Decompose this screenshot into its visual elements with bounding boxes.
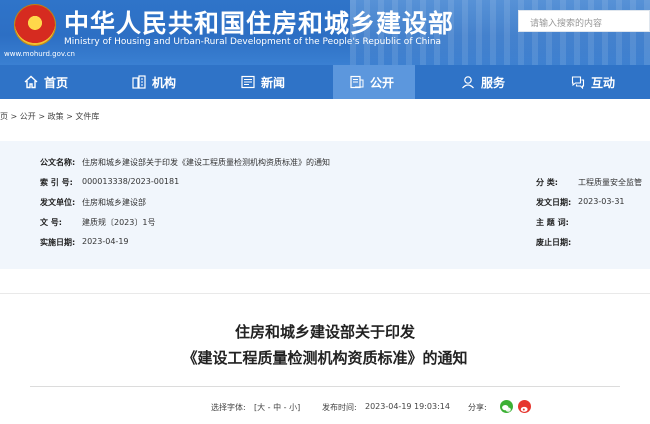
section-divider — [0, 293, 650, 294]
weibo-share-icon[interactable] — [518, 400, 531, 413]
service-icon — [462, 76, 474, 89]
document-info-panel: 公文名称: 住房和城乡建设部关于印发《建设工程质量检测机构资质标准》的通知 索 … — [0, 141, 650, 269]
info-category-value: 工程质量安全监管 — [578, 178, 642, 187]
nav-item-news[interactable]: 新闻 — [241, 65, 285, 99]
info-title-label: 公文名称: — [40, 158, 76, 167]
wechat-share-icon[interactable] — [500, 400, 513, 413]
font-size-selector[interactable]: [大 - 中 - 小] — [254, 402, 300, 413]
title-divider — [30, 386, 620, 387]
site-url: www.mohurd.gov.cn — [4, 50, 75, 58]
nav-label: 机构 — [152, 75, 177, 90]
share-label: 分享: — [468, 403, 487, 412]
info-doc-no-label: 文 号: — [40, 218, 62, 227]
nav-item-service[interactable]: 服务 — [461, 65, 505, 99]
nav-item-org[interactable]: 机构 — [132, 65, 176, 99]
nav-item-home[interactable]: 首页 — [22, 65, 70, 99]
site-subtitle: Ministry of Housing and Urban-Rural Deve… — [64, 37, 442, 47]
home-icon — [24, 75, 38, 89]
nav-label: 互动 — [591, 75, 616, 90]
info-doc-no-value: 建质规〔2023〕1号 — [82, 218, 156, 227]
info-title-value: 住房和城乡建设部关于印发《建设工程质量检测机构资质标准》的通知 — [82, 158, 330, 167]
info-impl-date-label: 实施日期: — [40, 238, 76, 247]
publish-time-label: 发布时间: — [322, 403, 357, 412]
org-icon — [132, 75, 146, 89]
site-title: 中华人民共和国住房和城乡建设部 — [64, 9, 455, 38]
open-icon — [350, 75, 364, 89]
font-size-label: 选择字体: — [211, 403, 246, 412]
info-issuer-value: 住房和城乡建设部 — [82, 198, 146, 207]
info-expiry-label: 废止日期: — [536, 238, 572, 247]
national-emblem-icon — [14, 4, 56, 46]
info-index-value: 000013338/2023-00181 — [82, 177, 180, 186]
nav-label: 首页 — [44, 75, 69, 90]
article-title-line1: 住房和城乡建设部关于印发 — [234, 323, 415, 341]
site-header: 中华人民共和国住房和城乡建设部 Ministry of Housing and … — [0, 0, 650, 65]
info-subject-label: 主 题 词: — [536, 218, 569, 227]
search-input[interactable]: 请输入搜索的内容 — [518, 10, 650, 32]
info-category-label: 分 类: — [536, 178, 558, 187]
info-issue-date-label: 发文日期: — [536, 198, 572, 207]
news-icon — [241, 75, 255, 89]
info-index-label: 索 引 号: — [40, 178, 73, 187]
publish-time: 2023-04-19 19:03:14 — [365, 402, 450, 411]
nav-label: 公开 — [370, 75, 395, 90]
info-issue-date-value: 2023-03-31 — [578, 197, 625, 206]
article-title-line2: 《建设工程质量检测机构资质标准》的通知 — [182, 349, 468, 367]
info-impl-date-value: 2023-04-19 — [82, 237, 129, 246]
nav-item-open[interactable]: 公开 — [333, 65, 415, 99]
breadcrumb[interactable]: 页 > 公开 > 政策 > 文件库 — [0, 111, 99, 122]
nav-label: 新闻 — [261, 75, 286, 90]
nav-label: 服务 — [481, 75, 506, 90]
interact-icon — [571, 76, 585, 89]
info-issuer-label: 发文单位: — [40, 198, 76, 207]
nav-item-interact[interactable]: 互动 — [571, 65, 615, 99]
main-nav: 首页 机构 新闻 公开 服务 互动 — [0, 65, 650, 99]
